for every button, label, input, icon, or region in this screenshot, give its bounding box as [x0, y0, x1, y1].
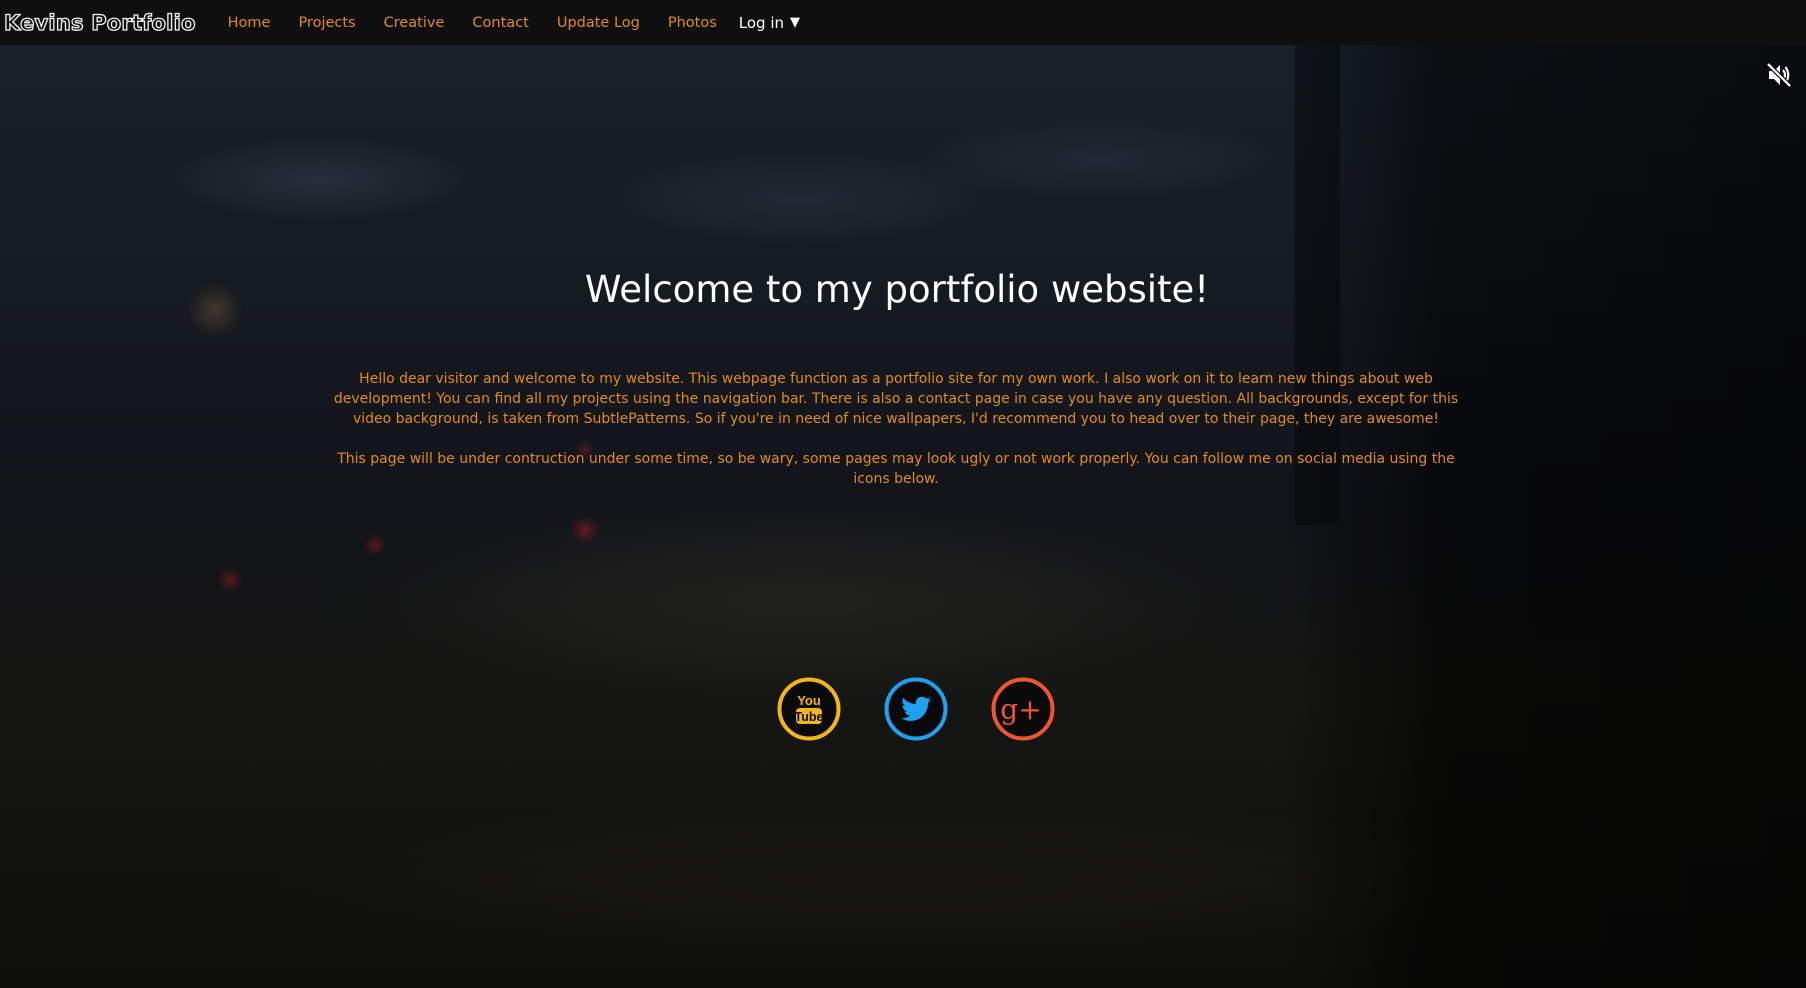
- notice-paragraph: This page will be under contruction unde…: [337, 451, 1455, 487]
- brand-logo[interactable]: Kevins Portfolio: [3, 10, 196, 35]
- login-dropdown[interactable]: Log in ▼: [739, 14, 800, 32]
- page-title: Welcome to my portfolio website!: [584, 268, 1210, 311]
- nav-link-home[interactable]: Home: [228, 15, 271, 31]
- twitter-link[interactable]: [884, 677, 948, 741]
- caret-down-icon: ▼: [790, 15, 801, 30]
- youtube-icon: You Tube: [777, 677, 841, 741]
- login-label: Log in: [738, 13, 785, 32]
- google-plus-link[interactable]: g+: [991, 677, 1055, 741]
- main-content: Welcome to my portfolio website! Hello d…: [0, 0, 1806, 988]
- nav-link-photos[interactable]: Photos: [668, 15, 717, 31]
- youtube-link[interactable]: You Tube: [777, 677, 841, 741]
- google-plus-icon: g+: [991, 677, 1055, 741]
- mute-button[interactable]: [1766, 62, 1792, 88]
- intro-paragraph: Hello dear visitor and welcome to my web…: [333, 371, 1459, 427]
- twitter-icon: [884, 677, 948, 741]
- google-plus-text: g+: [1000, 693, 1041, 726]
- nav-link-projects[interactable]: Projects: [298, 15, 355, 31]
- youtube-text-you: You: [797, 693, 821, 708]
- nav-link-update-log[interactable]: Update Log: [557, 15, 640, 31]
- page: Kevins Portfolio Home Projects Creative …: [0, 0, 1806, 988]
- navbar: Kevins Portfolio Home Projects Creative …: [0, 0, 1806, 45]
- nav-link-creative[interactable]: Creative: [384, 15, 445, 31]
- nav-link-contact[interactable]: Contact: [472, 15, 528, 31]
- volume-muted-icon: [1766, 62, 1792, 88]
- youtube-text-tube: Tube: [795, 710, 824, 724]
